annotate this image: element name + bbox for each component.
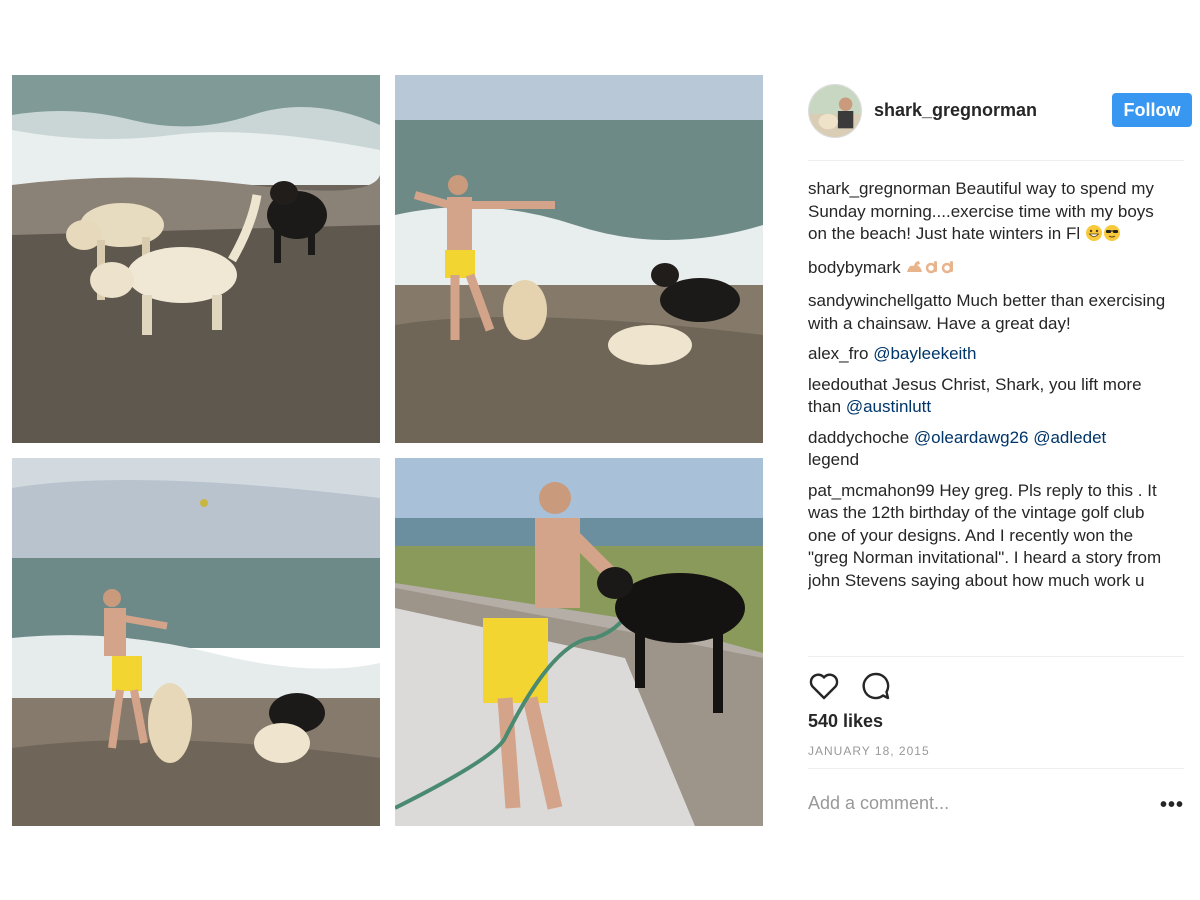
photo-man-hosing-dog[interactable] bbox=[395, 458, 763, 826]
comment-list: shark_gregnorman Beautiful way to spend … bbox=[808, 178, 1168, 653]
comment-item: bodybymark bbox=[808, 257, 1168, 283]
avatar[interactable] bbox=[808, 84, 862, 138]
divider bbox=[808, 160, 1184, 161]
comment-username[interactable]: pat_mcmahon99 bbox=[808, 481, 935, 500]
post-date: JANUARY 18, 2015 bbox=[808, 744, 930, 758]
follow-button[interactable]: Follow bbox=[1112, 93, 1192, 127]
post-header: shark_gregnorman Follow bbox=[808, 80, 1192, 150]
comment-item: daddychoche @oleardawg26 @adledet legend bbox=[808, 427, 1168, 472]
photo-collage bbox=[12, 75, 764, 826]
add-comment-input[interactable]: Add a comment... bbox=[808, 793, 949, 814]
like-count[interactable]: 540 likes bbox=[808, 711, 883, 732]
comment-username[interactable]: leedouthat bbox=[808, 375, 887, 394]
comment-text: legend bbox=[808, 450, 860, 469]
comment-username[interactable]: bodybymark bbox=[808, 258, 901, 277]
action-bar bbox=[808, 670, 1008, 702]
comment-item: pat_mcmahon99 Hey greg. Pls reply to thi… bbox=[808, 480, 1168, 593]
divider bbox=[808, 768, 1184, 769]
grin-face-icon bbox=[1085, 224, 1103, 249]
photo-man-throwing-ball-2[interactable] bbox=[12, 458, 380, 826]
photo-dogs-in-surf[interactable] bbox=[12, 75, 380, 443]
caption: shark_gregnorman Beautiful way to spend … bbox=[808, 178, 1168, 249]
comment-item: sandywinchellgatto Much better than exer… bbox=[808, 290, 1168, 335]
comment-username[interactable]: daddychoche bbox=[808, 428, 909, 447]
comment-username[interactable]: sandywinchellgatto bbox=[808, 291, 952, 310]
divider bbox=[808, 656, 1184, 657]
ok-hand-icon bbox=[941, 258, 957, 283]
comment-username[interactable]: shark_gregnorman bbox=[808, 179, 951, 198]
photo-man-throwing-ball[interactable] bbox=[395, 75, 763, 443]
comment-username[interactable]: alex_fro bbox=[808, 344, 868, 363]
more-options-button[interactable]: ••• bbox=[1160, 794, 1184, 817]
comment-icon[interactable] bbox=[860, 670, 892, 702]
comment-item: alex_fro @bayleekeith bbox=[808, 343, 1168, 366]
ok-hand-icon bbox=[925, 258, 941, 283]
sunglasses-face-icon bbox=[1103, 224, 1121, 249]
mention-link[interactable]: @austinlutt bbox=[846, 397, 931, 416]
heart-icon[interactable] bbox=[808, 670, 840, 702]
username[interactable]: shark_gregnorman bbox=[874, 100, 1037, 121]
post-details-panel: shark_gregnorman Follow shark_gregnorman… bbox=[808, 80, 1192, 840]
flexed-biceps-icon bbox=[905, 258, 925, 283]
mention-link[interactable]: @bayleekeith bbox=[873, 344, 976, 363]
comment-item: leedouthat Jesus Christ, Shark, you lift… bbox=[808, 374, 1168, 419]
mention-link[interactable]: @adledet bbox=[1033, 428, 1106, 447]
mention-link[interactable]: @oleardawg26 bbox=[914, 428, 1029, 447]
